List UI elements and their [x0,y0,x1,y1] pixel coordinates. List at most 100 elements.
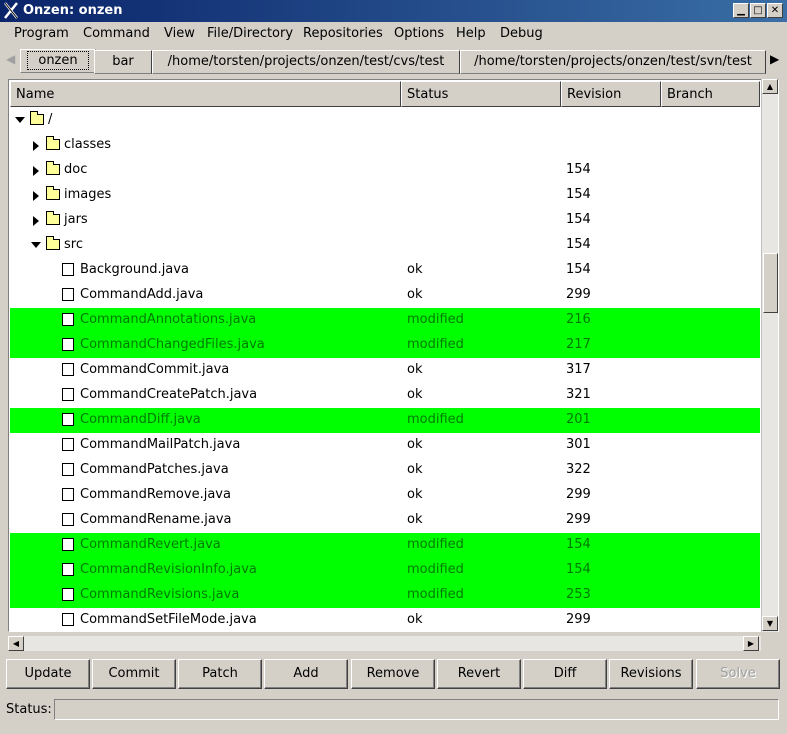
file-icon [62,413,74,426]
tab-cvs-test[interactable]: /home/torsten/projects/onzen/test/cvs/te… [152,50,460,74]
tree-row-name: images [64,187,112,202]
menu-repositories[interactable]: Repositories [303,26,383,41]
tree-row-revision: 299 [566,512,591,527]
tree-row[interactable]: CommandRemove.java ok 299 [10,483,760,508]
tree-row[interactable]: CommandChangedFiles.java modified 217 [10,333,760,358]
tree-row-status: ok [407,487,423,502]
file-icon [62,488,74,501]
scroll-thumb[interactable] [763,253,778,313]
tree-row-name: CommandCreatePatch.java [80,387,258,402]
tree-row[interactable]: Background.java ok 154 [10,258,760,283]
tab-bar[interactable]: bar [94,50,152,74]
tree-row-revision: 154 [566,187,591,202]
tree-row[interactable]: CommandAdd.java ok 299 [10,283,760,308]
tree-row-status: ok [407,462,423,477]
tree-row[interactable]: CommandRevisionInfo.java modified 154 [10,558,760,583]
menu-file-directory[interactable]: File/Directory [207,26,293,41]
collapse-arrow-icon[interactable] [31,242,41,248]
tree-row-name: jars [64,212,88,227]
collapse-arrow-icon[interactable] [15,117,25,123]
tree-row-status: ok [407,612,423,627]
horizontal-scrollbar[interactable]: ◀ ▶ [8,636,761,651]
tree-row-revision: 253 [566,587,591,602]
maximize-button[interactable]: □ [750,3,766,18]
solve-button[interactable]: Solve [696,659,780,689]
tree-row[interactable]: classes [10,133,760,158]
tree-row[interactable]: CommandPatches.java ok 322 [10,458,760,483]
tree-row-name: CommandChangedFiles.java [80,337,265,352]
revisions-button[interactable]: Revisions [609,659,693,689]
tree-row[interactable]: CommandSetFileMode.java ok 299 [10,608,760,631]
scroll-up-icon[interactable]: ▲ [762,79,778,94]
tree-row[interactable]: CommandRename.java ok 299 [10,508,760,533]
file-icon [62,338,74,351]
expand-arrow-icon[interactable] [33,141,39,151]
remove-button[interactable]: Remove [351,659,435,689]
column-header-branch[interactable]: Branch [661,81,760,107]
file-icon [62,388,74,401]
diff-button[interactable]: Diff [523,659,607,689]
menu-command[interactable]: Command [83,26,150,41]
menu-debug[interactable]: Debug [500,26,543,41]
tree-row-revision: 301 [566,437,591,452]
tree-row-name: CommandRename.java [80,512,232,527]
expand-arrow-icon[interactable] [33,216,39,226]
tab-svn-test[interactable]: /home/torsten/projects/onzen/test/svn/te… [460,50,766,74]
column-header-status[interactable]: Status [401,81,561,107]
vertical-scrollbar[interactable]: ▲ ▼ [761,79,778,632]
tree-row[interactable]: CommandRevert.java modified 154 [10,533,760,558]
column-header-name[interactable]: Name [10,81,401,107]
tab-scroll-right-icon[interactable]: ▶ [770,52,779,66]
menu-help[interactable]: Help [456,26,486,41]
patch-button[interactable]: Patch [178,659,262,689]
scroll-right-icon[interactable]: ▶ [743,636,759,651]
menu-program[interactable]: Program [14,26,69,41]
tree-row-revision: 217 [566,337,591,352]
scroll-left-icon[interactable]: ◀ [8,636,24,651]
close-button[interactable]: ✕ [767,3,783,18]
folder-icon [46,236,60,250]
add-button[interactable]: Add [264,659,348,689]
tree-row[interactable]: jars 154 [10,208,760,233]
menu-view[interactable]: View [164,26,195,41]
expand-arrow-icon[interactable] [33,166,39,176]
tree-row[interactable]: CommandRevisions.java modified 253 [10,583,760,608]
scroll-down-icon[interactable]: ▼ [762,616,778,631]
tree-row-revision: 216 [566,312,591,327]
menu-options[interactable]: Options [394,26,444,41]
tree-row[interactable]: CommandCreatePatch.java ok 321 [10,383,760,408]
tree-row[interactable]: doc 154 [10,158,760,183]
tree-row[interactable]: images 154 [10,183,760,208]
tree-row-revision: 154 [566,162,591,177]
revert-button[interactable]: Revert [437,659,521,689]
tree-row-status: ok [407,362,423,377]
file-icon [62,288,74,301]
tree-row-status: modified [407,337,464,352]
tree-row[interactable]: CommandCommit.java ok 317 [10,358,760,383]
tree-row-status: modified [407,537,464,552]
file-icon [62,513,74,526]
tab-onzen[interactable]: onzen [20,49,96,73]
update-button[interactable]: Update [6,659,90,689]
tab-scroll-left-icon[interactable]: ◀ [6,52,15,66]
file-icon [62,538,74,551]
repository-tabs: ◀ onzen bar /home/torsten/projects/onzen… [0,46,787,76]
column-header-revision[interactable]: Revision [561,81,661,107]
tree-row-name: src [64,237,83,252]
tree-row[interactable]: CommandAnnotations.java modified 216 [10,308,760,333]
folder-icon [46,136,60,150]
expand-arrow-icon[interactable] [33,191,39,201]
tree-row-name: CommandSetFileMode.java [80,612,257,627]
tree-row[interactable]: src 154 [10,233,760,258]
x-window-icon [4,2,18,19]
minimize-button[interactable]: ▁ [733,3,749,18]
tree-row[interactable]: CommandMailPatch.java ok 301 [10,433,760,458]
tree-row[interactable]: / [10,108,760,133]
tree-row[interactable]: CommandDiff.java modified 201 [10,408,760,433]
file-icon [62,313,74,326]
tree-row-revision: 322 [566,462,591,477]
folder-icon [46,161,60,175]
file-icon [62,588,74,601]
tree-row-status: modified [407,312,464,327]
commit-button[interactable]: Commit [92,659,176,689]
